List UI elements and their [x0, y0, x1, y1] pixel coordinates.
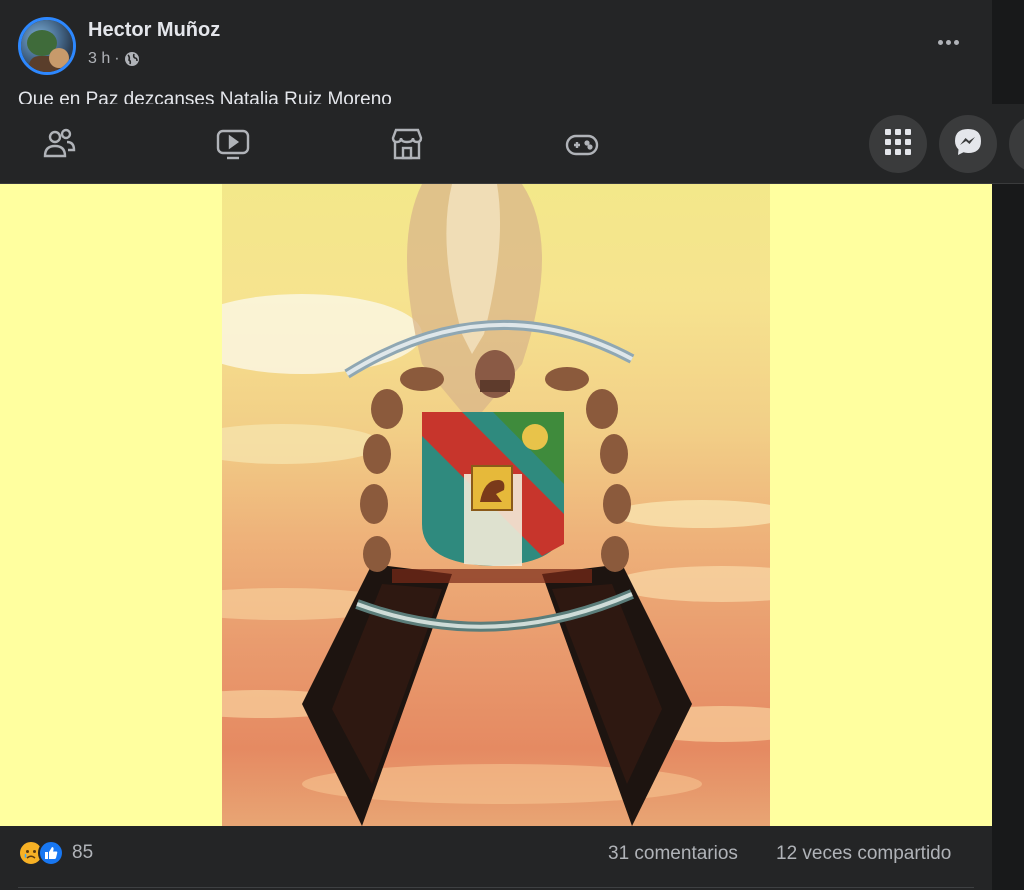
- post-photo-area[interactable]: [0, 184, 992, 826]
- reactions-summary[interactable]: 85: [18, 840, 93, 866]
- comments-count-link[interactable]: 31 comentarios: [608, 843, 738, 865]
- meta-separator: ·: [114, 50, 120, 67]
- post-photo[interactable]: [222, 184, 770, 826]
- globe-icon: [124, 51, 140, 67]
- menu-grid-button[interactable]: [869, 115, 927, 173]
- reaction-count: 85: [72, 842, 94, 863]
- more-options-button[interactable]: [930, 28, 966, 56]
- post-footer: 85 31 comentarios 12 veces compartido: [0, 826, 992, 890]
- marketplace-icon[interactable]: [389, 126, 425, 162]
- menu-grid-icon: [884, 128, 912, 161]
- post-meta: 3 h ·: [88, 50, 140, 68]
- post-time[interactable]: 3 h: [88, 50, 110, 68]
- notifications-button-partial[interactable]: [1009, 115, 1024, 173]
- messenger-icon: [953, 127, 983, 162]
- watch-icon[interactable]: [215, 126, 251, 162]
- footer-divider: [18, 887, 974, 888]
- author-name[interactable]: Hector Muñoz: [88, 19, 220, 42]
- post-caption: Que en Paz dezcanses Natalia Ruiz Moreno: [18, 89, 392, 104]
- messenger-button[interactable]: [939, 115, 997, 173]
- shares-count-link[interactable]: 12 veces compartido: [776, 843, 951, 865]
- gaming-icon[interactable]: [564, 126, 600, 162]
- author-avatar[interactable]: [18, 17, 76, 75]
- post-header: Hector Muñoz 3 h · Que en Paz dezcanses …: [0, 0, 992, 104]
- friends-icon[interactable]: [41, 126, 77, 162]
- top-navbar: [0, 104, 1024, 184]
- like-reaction-icon: [38, 840, 64, 866]
- caption-container: Que en Paz dezcanses Natalia Ruiz Moreno: [18, 88, 918, 104]
